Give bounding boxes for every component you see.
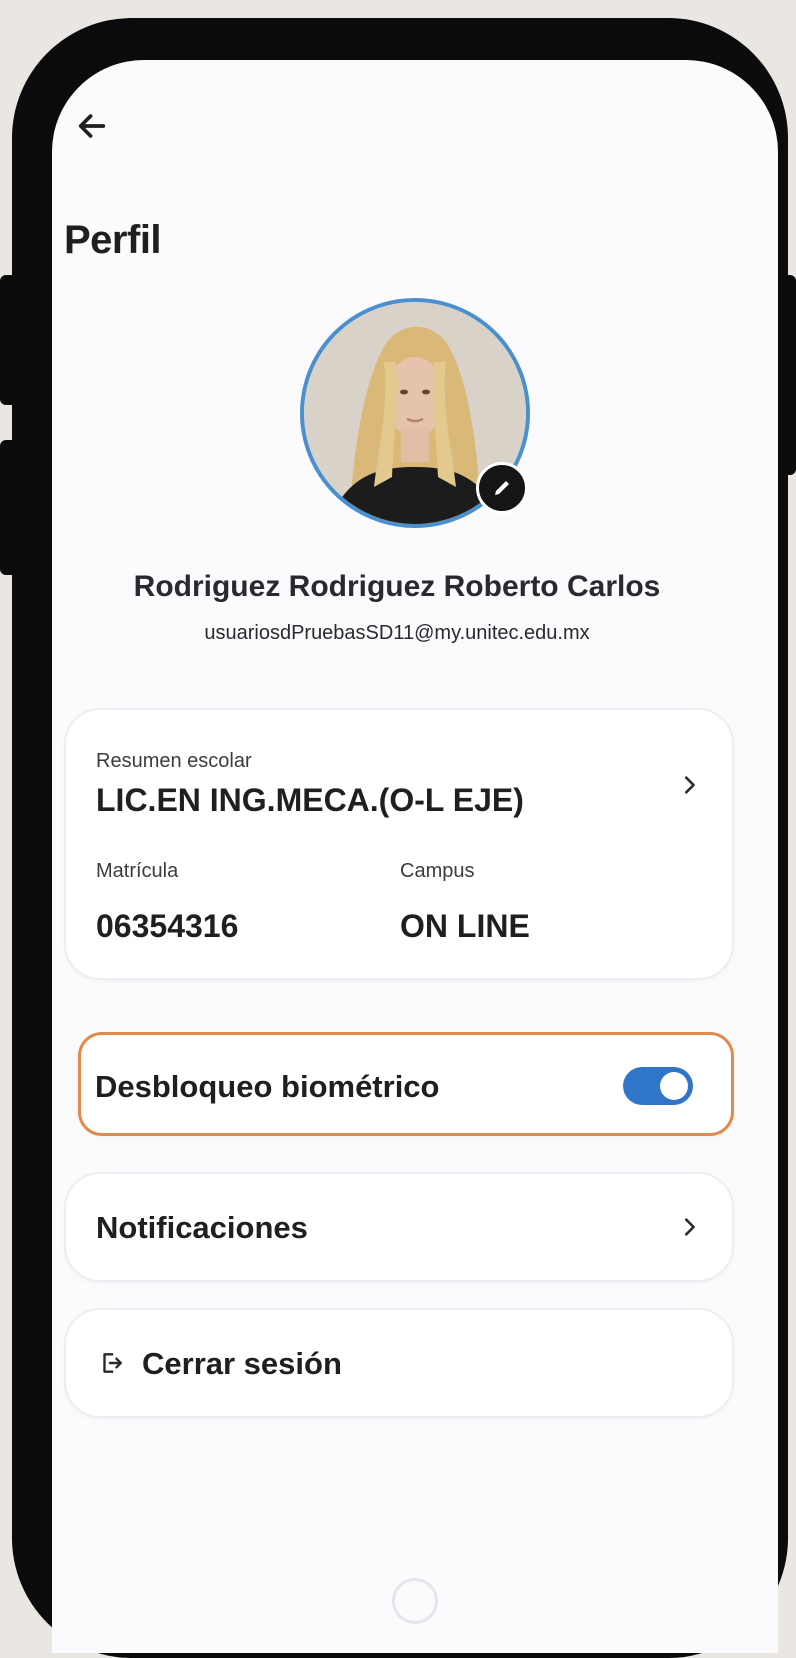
matricula-value: 06354316 [96, 908, 239, 944]
biometric-toggle[interactable] [623, 1067, 693, 1105]
home-indicator [392, 1578, 438, 1624]
chevron-right-icon [676, 772, 702, 798]
matricula-label: Matrícula [96, 860, 179, 882]
user-full-name: Rodriguez Rodriguez Roberto Carlos [133, 570, 661, 603]
campus-label: Campus [400, 860, 475, 882]
user-email: usuariosdPruebasSD11@my.unitec.edu.mx [204, 622, 590, 644]
avatar[interactable] [300, 298, 530, 528]
program-name: LIC.EN ING.MECA.(O-L EJE) [96, 782, 524, 818]
notifications-row[interactable]: Notificaciones [64, 1172, 734, 1282]
page-title: Perfil [64, 218, 162, 262]
phone-frame: Perfil Rodriguez Rodriguez Roberto Carlo… [12, 18, 788, 1658]
biometric-unlock-row: Desbloqueo biométrico [78, 1032, 734, 1136]
summary-label: Resumen escolar [96, 750, 252, 772]
logout-label: Cerrar sesión [142, 1346, 342, 1381]
logout-icon [98, 1350, 126, 1378]
biometric-label: Desbloqueo biométrico [95, 1069, 440, 1104]
campus-value: ON LINE [400, 908, 530, 944]
toggle-knob [660, 1072, 688, 1100]
edit-photo-pencil-icon[interactable] [476, 462, 528, 514]
profile-screen: Perfil Rodriguez Rodriguez Roberto Carlo… [52, 60, 778, 1653]
school-summary-card[interactable]: Resumen escolar LIC.EN ING.MECA.(O-L EJE… [64, 708, 734, 980]
back-arrow-icon[interactable] [70, 104, 114, 148]
logout-row[interactable]: Cerrar sesión [64, 1308, 734, 1418]
notifications-label: Notificaciones [96, 1210, 308, 1245]
chevron-right-icon [676, 1214, 702, 1240]
